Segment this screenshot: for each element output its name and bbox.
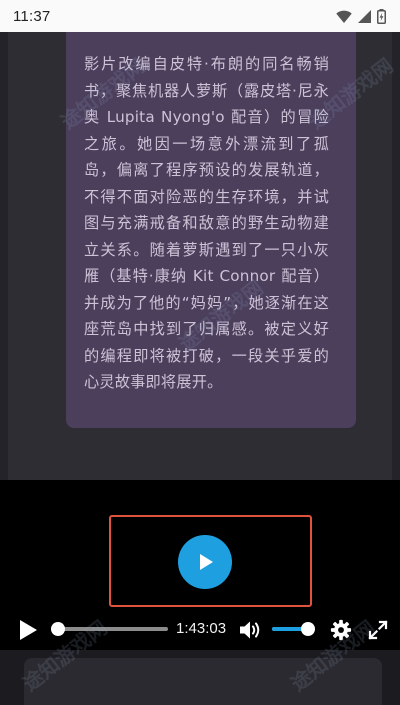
gear-icon[interactable] (330, 619, 352, 641)
seek-bar[interactable] (57, 627, 168, 631)
volume-icon[interactable] (238, 619, 262, 641)
play-icon[interactable] (17, 619, 39, 641)
status-time: 11:37 (13, 7, 51, 25)
status-bar: 11:37 (0, 0, 400, 32)
battery-icon (377, 8, 386, 24)
duration-label: 1:43:03 (176, 620, 227, 637)
play-button-highlight (109, 515, 312, 607)
below-player-section (0, 650, 400, 705)
play-icon (200, 554, 213, 570)
info-card (24, 658, 382, 705)
content-area: 影片改编自皮特·布朗的同名畅销书，聚焦机器人萝斯（露皮塔·尼永奥 Lupita … (0, 32, 400, 480)
fullscreen-icon[interactable] (367, 619, 389, 641)
description-text: 影片改编自皮特·布朗的同名畅销书，聚焦机器人萝斯（露皮塔·尼永奥 Lupita … (84, 55, 329, 391)
signal-icon (358, 9, 371, 23)
phone-screen: 11:37 影片改编自皮特·布朗的同名畅销书，聚焦机器人萝斯（露皮塔·尼永奥 L… (0, 0, 400, 705)
video-player[interactable]: 1:43:03 (0, 480, 400, 650)
wifi-icon (336, 10, 352, 23)
center-play-button[interactable] (178, 535, 232, 589)
volume-thumb[interactable] (301, 622, 315, 636)
player-controls: 1:43:03 (0, 614, 400, 644)
status-icons (336, 8, 386, 24)
seek-thumb[interactable] (51, 622, 65, 636)
